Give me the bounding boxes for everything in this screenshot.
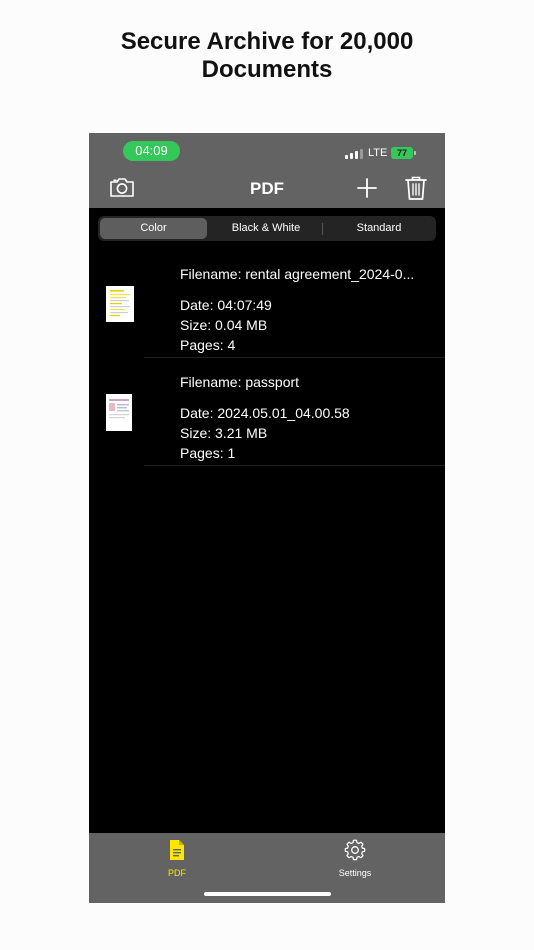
document-size: Size: 0.04 MB (180, 317, 268, 333)
document-thumbnail (106, 394, 132, 431)
trash-icon (405, 176, 427, 200)
segment-black-white[interactable]: Black & White (210, 218, 322, 239)
segment-color[interactable]: Color (100, 218, 207, 239)
segment-standard[interactable]: Standard (324, 218, 434, 239)
document-row[interactable]: Filename: passport Date: 2024.05.01_04.0… (89, 359, 445, 467)
tab-pdf[interactable]: PDF (142, 839, 212, 878)
document-pages: Pages: 1 (180, 445, 236, 461)
phone-screen: 04:09 LTE 77 PDF Color Black & White Sta… (89, 133, 445, 903)
promo-headline-line2: Documents (201, 56, 333, 83)
delete-button[interactable] (404, 175, 428, 206)
gear-icon (344, 839, 366, 861)
document-filename: Filename: passport (180, 374, 300, 390)
battery-icon: 77 (391, 147, 413, 159)
document-row[interactable]: Filename: rental agreement_2024-0... Dat… (89, 251, 445, 359)
document-size: Size: 3.21 MB (180, 425, 268, 441)
promo-headline: Secure Archive for 20,000 Documents (0, 28, 534, 84)
battery-tip (414, 151, 416, 155)
home-indicator (204, 892, 331, 896)
network-type: LTE (368, 147, 388, 159)
tab-settings-label: Settings (338, 868, 372, 878)
document-icon (170, 840, 184, 860)
tab-pdf-label: PDF (168, 868, 186, 878)
row-divider (144, 465, 445, 466)
document-filename: Filename: rental agreement_2024-0... (180, 266, 415, 282)
color-mode-selector: Color Black & White Standard (98, 216, 436, 241)
add-button[interactable] (356, 177, 378, 204)
segment-divider (322, 223, 323, 235)
promo-headline-line1: Secure Archive for 20,000 (120, 28, 414, 55)
page-title: PDF (250, 179, 284, 198)
document-date: Date: 2024.05.01_04.00.58 (180, 405, 350, 421)
document-pages: Pages: 4 (180, 337, 236, 353)
tab-settings[interactable]: Settings (320, 839, 390, 878)
document-thumbnail (106, 286, 134, 322)
status-time: 04:09 (123, 141, 180, 161)
plus-icon (357, 178, 377, 198)
signal-icon (345, 149, 363, 159)
row-divider (144, 357, 445, 358)
top-bar: 04:09 LTE 77 PDF (89, 133, 445, 208)
tab-bar: PDF Settings (89, 833, 445, 903)
document-date: Date: 04:07:49 (180, 297, 272, 313)
